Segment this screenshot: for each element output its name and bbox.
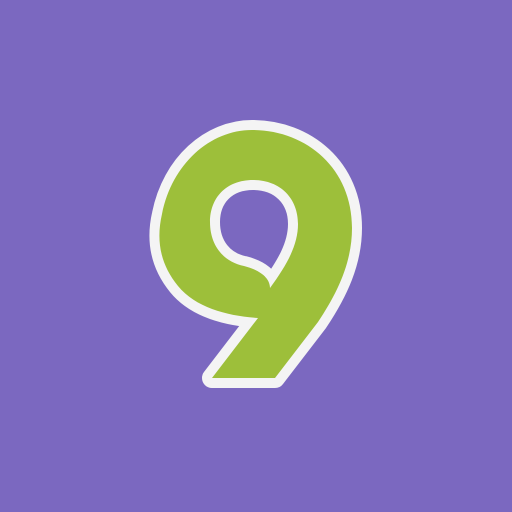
app-icon (0, 0, 512, 512)
nine-logo-icon (0, 0, 512, 512)
nine-fill (159, 130, 352, 378)
